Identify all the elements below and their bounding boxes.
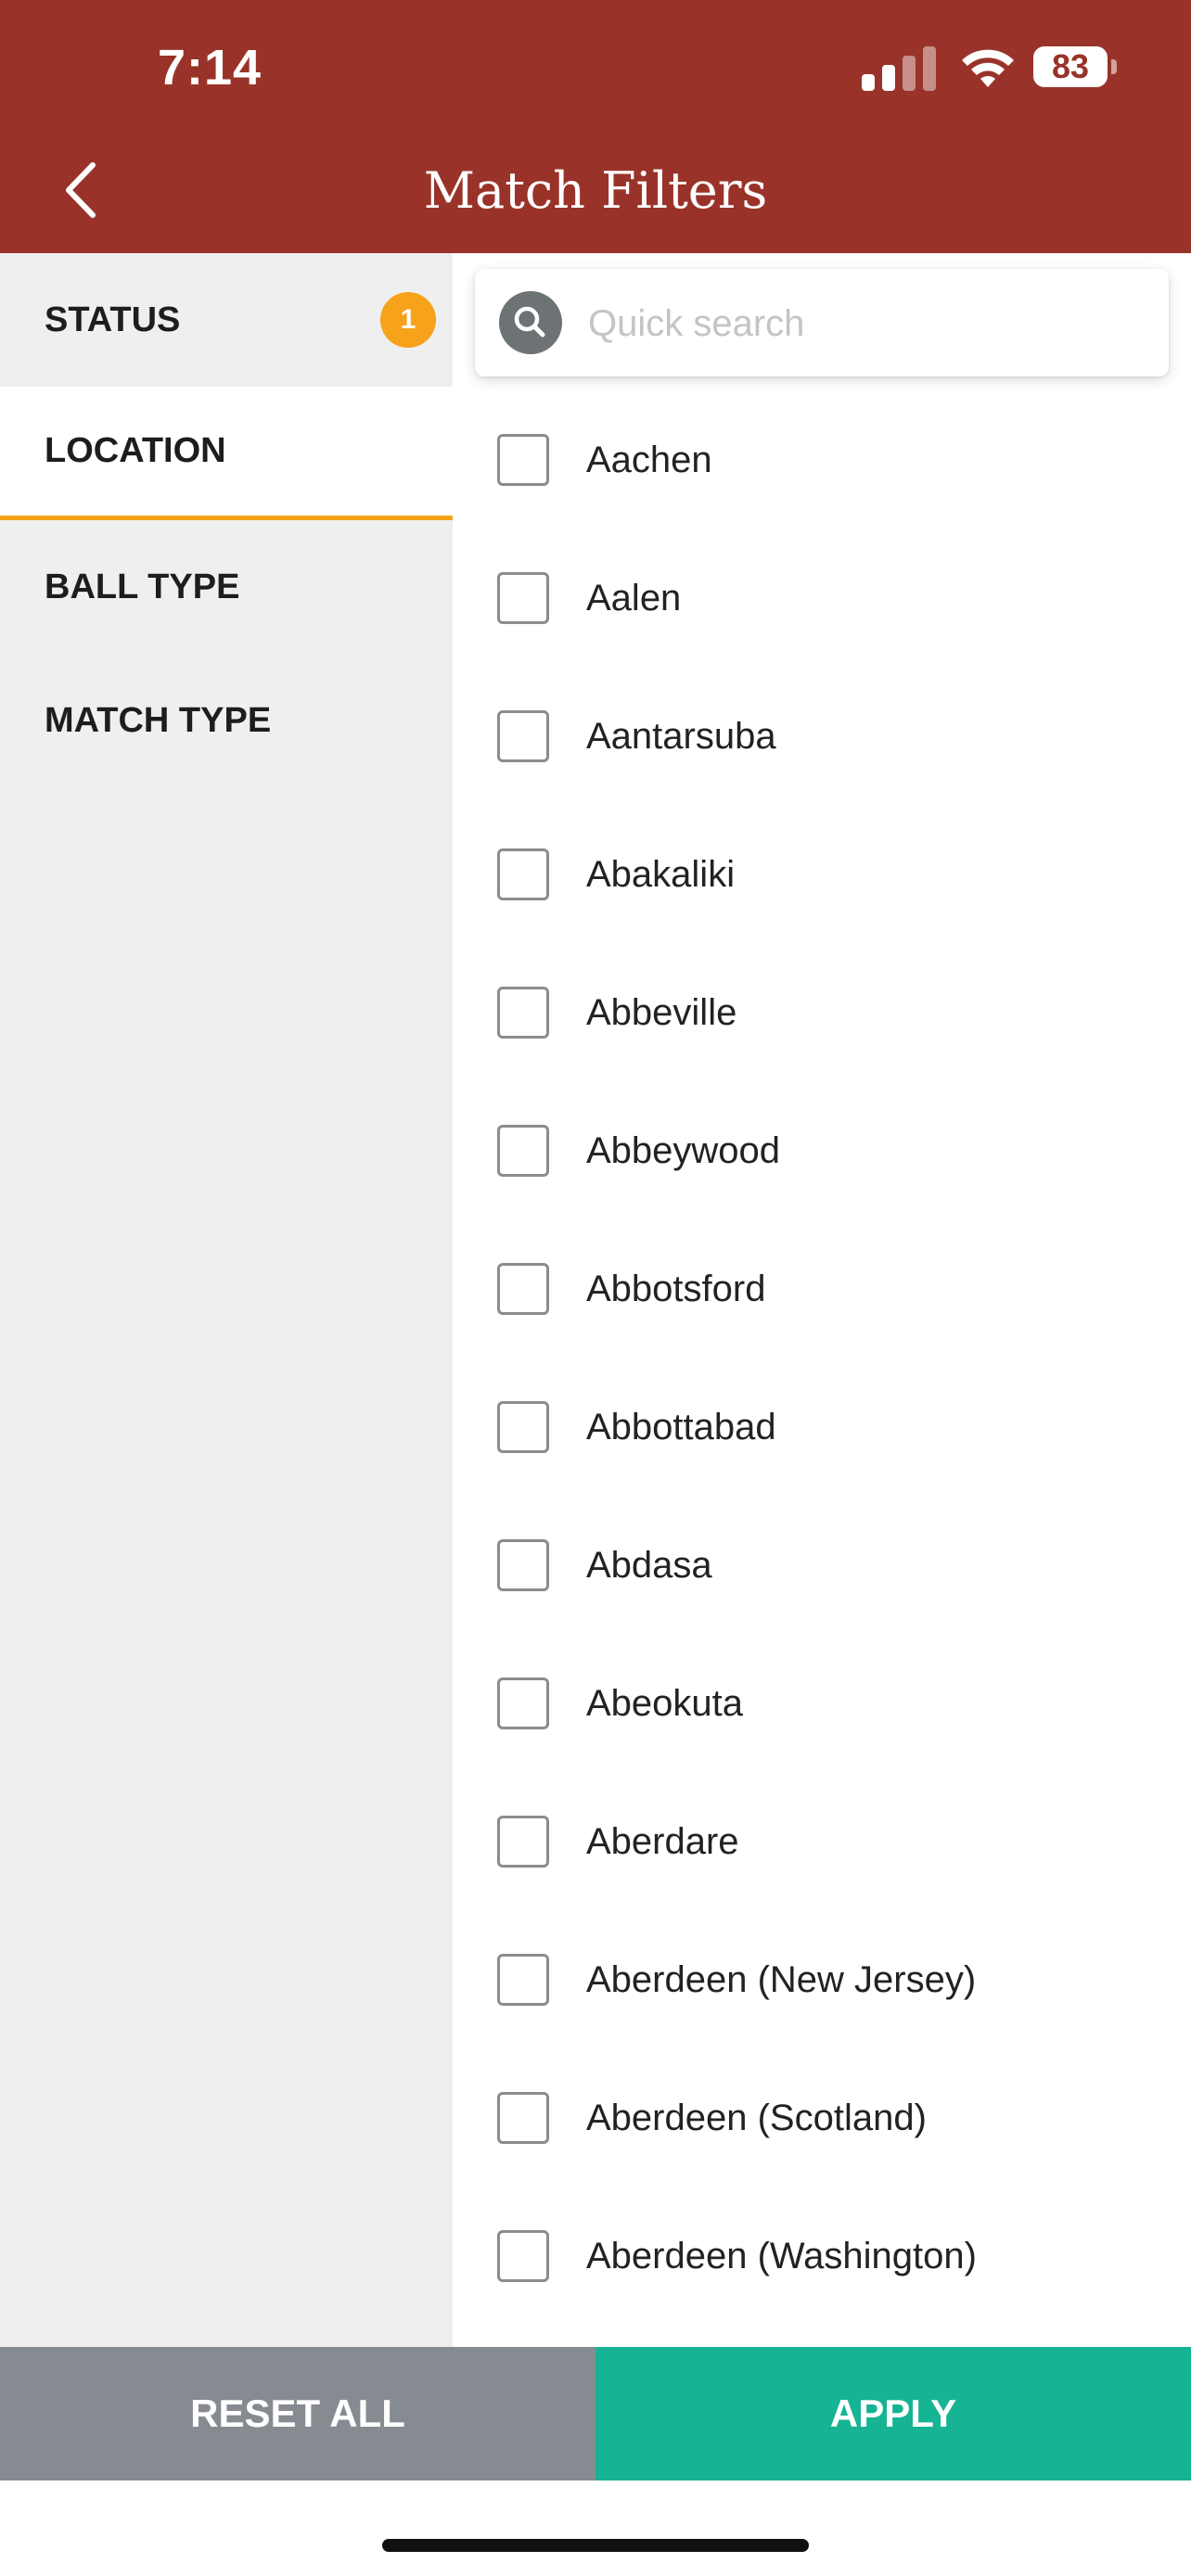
location-list-item[interactable]: Aalen <box>453 531 1191 670</box>
checkbox[interactable] <box>497 434 549 486</box>
location-list-item[interactable]: Aberdeen (Washington) <box>453 2189 1191 2327</box>
checkbox[interactable] <box>497 987 549 1039</box>
home-indicator <box>382 2539 809 2552</box>
location-label: Abbeville <box>586 992 737 1033</box>
sidebar-item-match-type[interactable]: MATCH TYPE <box>0 654 453 787</box>
battery-tip <box>1111 59 1117 74</box>
checkbox[interactable] <box>497 572 549 624</box>
location-list-item[interactable]: Abakaliki <box>453 808 1191 946</box>
sidebar-item-label: MATCH TYPE <box>45 700 272 740</box>
location-label: Aalen <box>586 578 682 618</box>
location-list-item[interactable]: Abbeville <box>453 946 1191 1084</box>
location-list-item[interactable]: Aberdare <box>453 1775 1191 1913</box>
battery-icon: 83 <box>1033 46 1108 87</box>
checkbox[interactable] <box>497 1125 549 1177</box>
status-time: 7:14 <box>158 40 263 96</box>
location-label: Abdasa <box>586 1545 712 1586</box>
location-label: Abbeywood <box>586 1130 781 1171</box>
location-list-item[interactable]: Aberdeen (Scotland) <box>453 2051 1191 2189</box>
checkbox[interactable] <box>497 1816 549 1868</box>
location-label: Aberdeen (New Jersey) <box>586 1959 977 2000</box>
sidebar-item-label: LOCATION <box>45 431 226 470</box>
checkbox[interactable] <box>497 2092 549 2144</box>
location-label: Aantarsuba <box>586 716 776 757</box>
app-header: 7:14 83 Match Filters <box>0 0 1191 253</box>
quick-search-box <box>475 269 1169 376</box>
location-label: Abbotsford <box>586 1269 766 1309</box>
search-icon[interactable] <box>499 291 562 354</box>
checkbox[interactable] <box>497 1263 549 1315</box>
filter-category-sidebar: STATUS 1 LOCATION BALL TYPE MATCH TYPE <box>0 253 453 2347</box>
sidebar-item-status[interactable]: STATUS 1 <box>0 253 453 387</box>
page-title: Match Filters <box>423 161 768 220</box>
apply-button[interactable]: APPLY <box>596 2347 1191 2480</box>
sidebar-item-location[interactable]: LOCATION <box>0 387 453 520</box>
location-list-item[interactable]: Aachen <box>453 393 1191 531</box>
reset-all-button[interactable]: RESET ALL <box>0 2347 596 2480</box>
checkbox[interactable] <box>497 1677 549 1729</box>
location-list-item[interactable]: Abbeywood <box>453 1084 1191 1222</box>
location-label: Abakaliki <box>586 854 736 895</box>
status-count-badge: 1 <box>380 292 436 348</box>
location-list-item[interactable]: Abbottabad <box>453 1360 1191 1498</box>
location-label: Aberdare <box>586 1821 739 1862</box>
location-label: Aberdeen (Washington) <box>586 2236 977 2276</box>
wifi-icon <box>962 49 1014 87</box>
location-list-item[interactable]: Abdasa <box>453 1498 1191 1637</box>
location-list-item[interactable]: Abeokuta <box>453 1637 1191 1775</box>
location-list-item[interactable]: Abbotsford <box>453 1222 1191 1360</box>
search-input[interactable] <box>586 289 1146 358</box>
location-list-item[interactable]: Aantarsuba <box>453 670 1191 808</box>
checkbox[interactable] <box>497 2230 549 2282</box>
checkbox[interactable] <box>497 710 549 762</box>
location-label: Abbottabad <box>586 1407 776 1447</box>
sidebar-item-label: BALL TYPE <box>45 567 240 606</box>
sidebar-item-label: STATUS <box>45 300 181 339</box>
status-icons: 83 <box>820 0 1191 139</box>
checkbox[interactable] <box>497 1401 549 1453</box>
checkbox[interactable] <box>497 1954 549 2006</box>
checkbox[interactable] <box>497 1539 549 1591</box>
sidebar-item-ball-type[interactable]: BALL TYPE <box>0 520 453 654</box>
checkbox[interactable] <box>497 848 549 900</box>
cellular-signal-icon <box>862 46 941 91</box>
location-label: Abeokuta <box>586 1683 744 1724</box>
location-label: Aberdeen (Scotland) <box>586 2098 927 2138</box>
location-list: Aachen Aalen Aantarsuba Abakaliki Abbeville A… <box>453 393 1191 2327</box>
location-label: Aachen <box>586 440 712 480</box>
location-list-item[interactable]: Aberdeen (New Jersey) <box>453 1913 1191 2051</box>
